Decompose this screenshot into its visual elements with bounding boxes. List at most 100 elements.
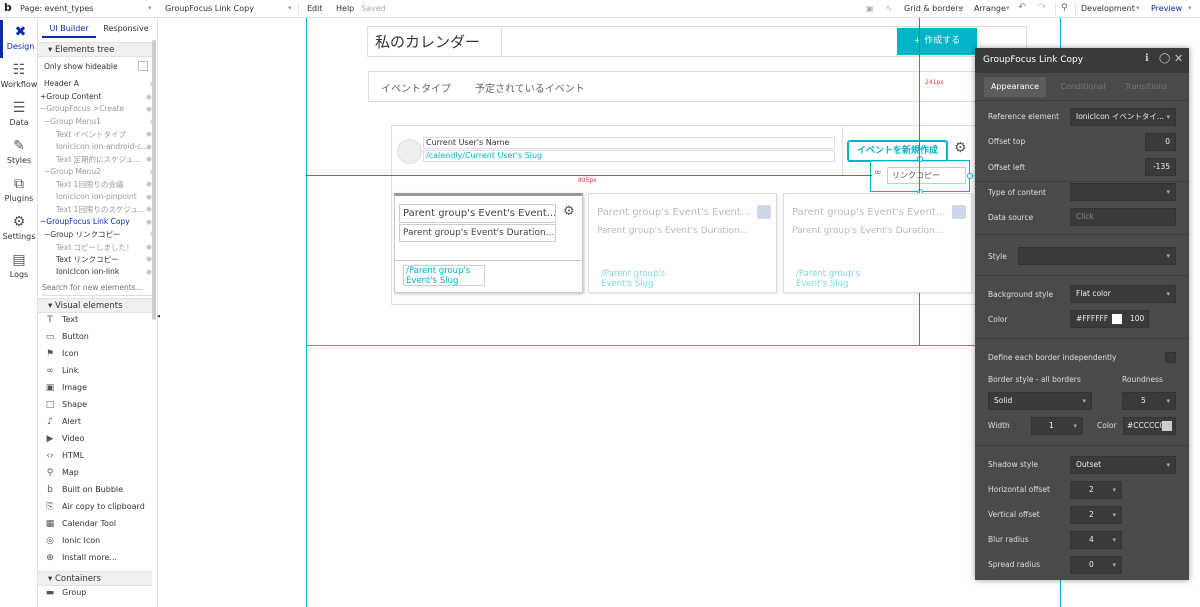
containers-header[interactable]: ▾ Containers: [38, 571, 152, 586]
vertical-offset-dropdown[interactable]: 2 ▾: [1070, 506, 1122, 524]
blur-radius-dropdown[interactable]: 4 ▾: [1070, 531, 1122, 549]
undo-icon[interactable]: ↶: [1018, 2, 1026, 13]
gift-icon[interactable]: ▣: [866, 4, 874, 13]
cursor-icon[interactable]: ↖: [886, 4, 893, 13]
tree-item[interactable]: Header A◉: [44, 79, 157, 92]
card-slug-link[interactable]: /Parent group's Event's Slug: [403, 265, 485, 286]
reference-element-dropdown[interactable]: IonicIcon イベントタイ... ▾: [1070, 108, 1176, 126]
offset-top-input[interactable]: 0: [1145, 133, 1176, 151]
color-swatch[interactable]: [1112, 314, 1122, 324]
tree-item[interactable]: IonicIcon ion-link ◉: [56, 267, 154, 280]
horizontal-offset-dropdown[interactable]: 2 ▾: [1070, 481, 1122, 499]
data-source-input[interactable]: Click: [1070, 208, 1176, 226]
background-style-dropdown[interactable]: Flat color ▾: [1070, 285, 1176, 303]
tree-item[interactable]: Text 1回限りのスケジュ... ◉: [56, 204, 154, 217]
tree-item[interactable]: −Group Menu2◉: [44, 167, 157, 180]
create-button[interactable]: + 作成する: [897, 28, 977, 55]
rail-plugins[interactable]: ⧉ Plugins: [0, 172, 38, 210]
rail-logs[interactable]: ▤ Logs: [0, 248, 38, 286]
tree-item[interactable]: Text 定期的にスケジュ... ◉: [56, 154, 154, 167]
gear-icon[interactable]: ⚙: [954, 140, 967, 156]
new-event-button[interactable]: イベントを新規作成: [847, 140, 948, 162]
preview-button[interactable]: Preview: [1151, 4, 1182, 13]
palette-scrollbar[interactable]: [152, 40, 156, 320]
element-map[interactable]: ⚲ Map: [44, 468, 156, 485]
element-search-input[interactable]: [42, 280, 152, 296]
panel-header[interactable]: GroupFocus Link Copy ℹ ◯ ✕: [975, 48, 1189, 73]
background-color-input[interactable]: #FFFFFF 100: [1070, 310, 1149, 328]
card-slug-link[interactable]: /Parent group's Event's Slug: [601, 269, 683, 289]
element-text[interactable]: T Text: [44, 315, 156, 332]
roundness-dropdown[interactable]: 5 ▾: [1122, 392, 1176, 410]
redo-icon[interactable]: ↷: [1038, 2, 1046, 13]
element-selector[interactable]: GroupFocus Link Copy: [165, 4, 254, 13]
element-ionic-icon[interactable]: ◎ Ionic Icon: [44, 536, 156, 553]
border-independent-checkbox[interactable]: [1165, 352, 1176, 363]
gear-icon[interactable]: ⚙: [563, 204, 575, 219]
resize-handle[interactable]: [917, 156, 923, 162]
element-image[interactable]: ▣ Image: [44, 383, 156, 400]
element-link[interactable]: ∞ Link: [44, 366, 156, 383]
tree-item[interactable]: Text コピーしました！ ◉: [56, 242, 154, 255]
border-color-input[interactable]: #CCCCCC: [1123, 417, 1176, 435]
tab-responsive[interactable]: Responsive: [100, 24, 152, 38]
card-slug-link[interactable]: /Parent group's Event's Slug: [796, 269, 878, 289]
tree-item[interactable]: −Group Menu1◉: [44, 117, 157, 130]
info-icon[interactable]: ℹ: [1145, 53, 1149, 64]
edit-menu[interactable]: Edit: [307, 4, 323, 13]
user-slug-link[interactable]: /calendly/Current User's Slug: [423, 150, 835, 162]
opacity-value[interactable]: 100: [1130, 311, 1144, 327]
color-swatch[interactable]: [1162, 421, 1172, 431]
element-group[interactable]: ▬ Group: [44, 588, 156, 605]
tab-scheduled-events[interactable]: 予定されているイベント: [475, 80, 585, 95]
search-icon[interactable]: ⚲: [1061, 3, 1068, 13]
type-of-content-dropdown[interactable]: ▾: [1070, 183, 1176, 201]
element-button[interactable]: ▭ Button: [44, 332, 156, 349]
element-built-on-bubble[interactable]: b Built on Bubble: [44, 485, 156, 502]
grid-borders-menu[interactable]: Grid & borders: [904, 4, 963, 13]
element-icon[interactable]: ⚑ Icon: [44, 349, 156, 366]
comment-icon[interactable]: ◯: [1159, 53, 1170, 64]
tree-item[interactable]: Text リンクコピー ◉: [56, 254, 154, 267]
tree-item[interactable]: IonicIcon ion-android-c... ◉: [56, 142, 154, 155]
tree-item[interactable]: Text イベントタイプ ◉: [56, 129, 154, 142]
tree-item[interactable]: +Group Content ◉: [40, 92, 154, 105]
bubble-logo-icon[interactable]: b: [4, 1, 12, 14]
offset-left-input[interactable]: -135: [1145, 158, 1176, 176]
element-alert[interactable]: ♪ Alert: [44, 417, 156, 434]
spread-radius-dropdown[interactable]: 0 ▾: [1070, 556, 1122, 574]
element-install-more[interactable]: ⊕ Install more...: [44, 553, 156, 570]
rail-workflow[interactable]: ☷ Workflow: [0, 58, 38, 96]
visual-elements-header[interactable]: ▾ Visual elements: [38, 298, 152, 313]
link-copy-group[interactable]: リンクコピー: [887, 167, 966, 184]
elements-tree-header[interactable]: ▾ Elements tree: [38, 42, 152, 57]
tree-item[interactable]: Text 1回限りの会議 ◉: [56, 179, 154, 192]
element-html[interactable]: ‹› HTML: [44, 451, 156, 468]
help-menu[interactable]: Help: [336, 4, 354, 13]
element-calendar-tool[interactable]: ▦ Calendar Tool: [44, 519, 156, 536]
tab-conditional[interactable]: Conditional: [1053, 77, 1113, 97]
version-selector[interactable]: Development: [1081, 4, 1135, 13]
tree-item[interactable]: −Group リンクコピー◉: [44, 229, 157, 242]
rail-styles[interactable]: ✎ Styles: [0, 134, 38, 172]
rail-data[interactable]: ☰ Data: [0, 96, 38, 134]
border-width-dropdown[interactable]: 1 ▾: [1031, 417, 1083, 435]
element-air-copy[interactable]: ⎘ Air copy to clipboard: [44, 502, 156, 519]
tree-item[interactable]: IonicIcon ion-pinpoint ◉: [56, 192, 154, 205]
close-icon[interactable]: ✕: [1174, 52, 1183, 65]
rail-design[interactable]: ✖ Design: [0, 20, 38, 58]
tree-item-selected[interactable]: −GroupFocus Link Copy ◉: [40, 217, 154, 230]
element-shape[interactable]: □ Shape: [44, 400, 156, 417]
page-selector[interactable]: Page: event_types: [20, 4, 93, 13]
shadow-style-dropdown[interactable]: Outset ▾: [1070, 456, 1176, 474]
rail-settings[interactable]: ⚙ Settings: [0, 210, 38, 248]
arrange-menu[interactable]: Arrange: [974, 4, 1006, 13]
tree-item[interactable]: −GroupFocus >Create ◉: [40, 104, 154, 117]
style-dropdown[interactable]: ▾: [1018, 247, 1176, 265]
tab-ui-builder[interactable]: UI Builder: [42, 24, 96, 38]
border-style-dropdown[interactable]: Solid ▾: [988, 392, 1092, 410]
element-video[interactable]: ▶ Video: [44, 434, 156, 451]
only-hideable-checkbox[interactable]: [138, 61, 148, 71]
tab-appearance[interactable]: Appearance: [984, 77, 1046, 97]
resize-handle[interactable]: [967, 173, 973, 179]
